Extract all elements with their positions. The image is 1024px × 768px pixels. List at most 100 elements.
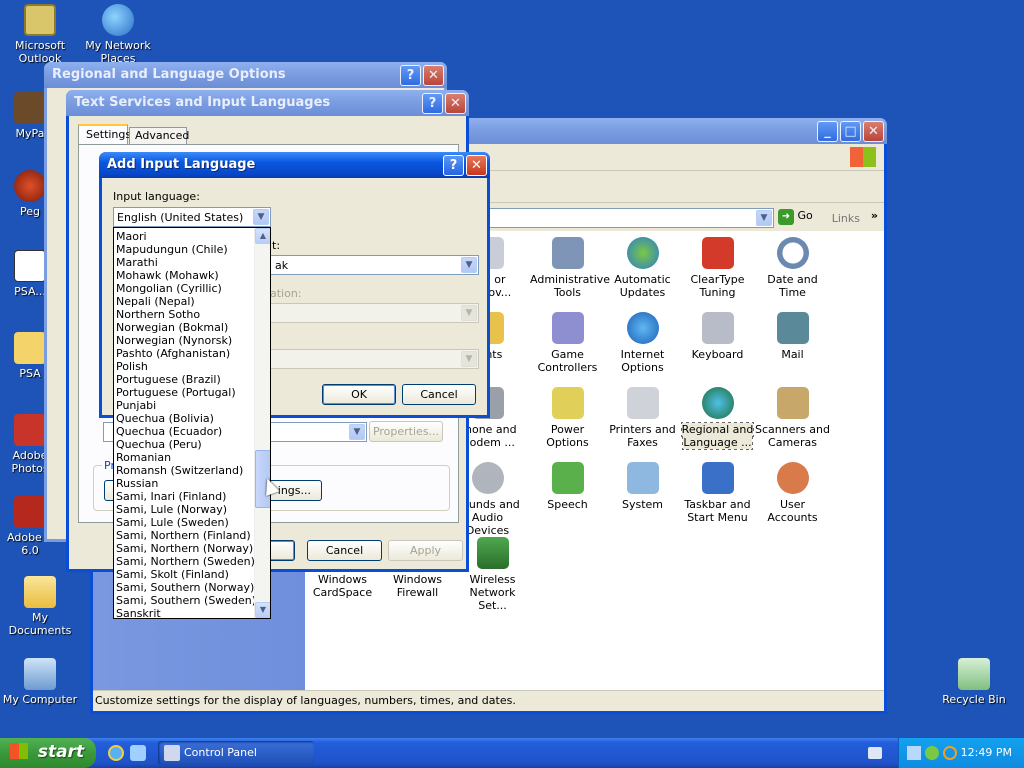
desktop-icon-my-computer[interactable]: My Computer bbox=[0, 658, 80, 706]
list-item[interactable]: Sami, Southern (Sweden) bbox=[114, 594, 256, 607]
desktop-icon-network[interactable]: My Network Places bbox=[78, 4, 158, 65]
list-item[interactable]: Sami, Lule (Norway) bbox=[114, 503, 254, 516]
close-button[interactable]: ✕ bbox=[445, 93, 466, 114]
list-item[interactable]: Quechua (Bolivia) bbox=[114, 412, 254, 425]
chevron-down-icon[interactable]: ▼ bbox=[253, 209, 269, 225]
regional-titlebar[interactable]: Regional and Language Options ? ✕ bbox=[44, 62, 447, 88]
list-item[interactable]: Portuguese (Portugal) bbox=[114, 386, 254, 399]
power-options-icon bbox=[551, 387, 584, 419]
cp-icon-mail[interactable]: Mail bbox=[755, 312, 830, 361]
list-item[interactable]: Sami, Northern (Finland) bbox=[114, 529, 254, 542]
list-item[interactable]: Romansh (Switzerland) bbox=[114, 464, 254, 477]
cp-icon-internet-options[interactable]: Internet Options bbox=[605, 312, 680, 374]
photoshop-icon bbox=[14, 414, 46, 446]
list-item[interactable]: Portuguese (Brazil) bbox=[114, 373, 254, 386]
scroll-up-button[interactable]: ▲ bbox=[255, 228, 270, 244]
help-button[interactable]: ? bbox=[422, 93, 443, 114]
cp-icon-cleartype[interactable]: ClearType Tuning bbox=[680, 237, 755, 299]
quicklaunch-ie-icon[interactable] bbox=[108, 745, 124, 761]
minimize-button[interactable]: _ bbox=[817, 121, 838, 142]
input-language-combo[interactable]: English (United States) ▼ bbox=[113, 207, 271, 227]
cp-icon-printers-faxes[interactable]: Printers and Faxes bbox=[605, 387, 680, 449]
maximize-button[interactable]: □ bbox=[840, 121, 861, 142]
list-scrollbar[interactable]: ▲ ▼ bbox=[254, 228, 270, 618]
list-item[interactable]: Punjabi bbox=[114, 399, 254, 412]
search-tray-icon[interactable] bbox=[943, 746, 957, 760]
list-item[interactable]: Sanskrit bbox=[114, 607, 254, 618]
chevron-down-icon[interactable]: ▼ bbox=[461, 257, 477, 273]
cp-icon-auto-updates[interactable]: Automatic Updates bbox=[605, 237, 680, 299]
disabled-combo-1[interactable]: ▼ bbox=[267, 303, 479, 323]
cancel-button[interactable]: Cancel bbox=[307, 540, 382, 561]
cp-icon-scanners-cameras[interactable]: Scanners and Cameras bbox=[755, 387, 830, 449]
network-tray-icon[interactable] bbox=[907, 746, 921, 760]
start-button[interactable]: start bbox=[0, 738, 96, 768]
list-item[interactable]: Quechua (Ecuador) bbox=[114, 425, 254, 438]
cp-icon-keyboard[interactable]: Keyboard bbox=[680, 312, 755, 361]
cp-icon-system[interactable]: System bbox=[605, 462, 680, 511]
text-services-titlebar[interactable]: Text Services and Input Languages ? ✕ bbox=[66, 90, 469, 116]
chevron-down-icon[interactable]: ▼ bbox=[756, 210, 772, 226]
taskbar-button-control-panel[interactable]: Control Panel bbox=[158, 741, 314, 765]
list-item[interactable]: Russian bbox=[114, 477, 254, 490]
chevron-down-icon[interactable]: ▼ bbox=[349, 424, 365, 440]
cancel-button[interactable]: Cancel bbox=[402, 384, 476, 405]
desktop-icon-my-documents[interactable]: My Documents bbox=[0, 576, 80, 637]
desktop-icon-outlook[interactable]: Microsoft Outlook bbox=[0, 4, 80, 65]
input-language-dropdown-list[interactable]: Maori Mapudungun (Chile) Marathi Mohawk (Mo… bbox=[113, 227, 271, 619]
cp-icon-taskbar-start[interactable]: Taskbar and Start Menu bbox=[680, 462, 755, 524]
list-item[interactable]: Marathi bbox=[114, 256, 254, 269]
list-item[interactable]: Norwegian (Bokmal) bbox=[114, 321, 254, 334]
list-item[interactable]: Sami, Inari (Finland) bbox=[114, 490, 254, 503]
apply-button[interactable]: Apply bbox=[388, 540, 463, 561]
properties-button[interactable]: Properties... bbox=[369, 421, 443, 442]
keyboard-layout-combo[interactable]: ak ▼ bbox=[267, 255, 479, 275]
cp-icon-user-accounts[interactable]: User Accounts bbox=[755, 462, 830, 524]
list-item[interactable]: Mohawk (Mohawk) bbox=[114, 269, 254, 282]
quicklaunch-desktop-icon[interactable] bbox=[130, 745, 146, 761]
printer-icon bbox=[626, 387, 659, 419]
help-button[interactable]: ? bbox=[443, 155, 464, 176]
help-button[interactable]: ? bbox=[400, 65, 421, 86]
go-arrow-icon: ➜ bbox=[778, 209, 794, 225]
recycle-bin-icon bbox=[958, 658, 990, 690]
go-button[interactable]: ➜ Go bbox=[778, 209, 820, 227]
cp-icon-power-options[interactable]: Power Options bbox=[530, 387, 605, 449]
list-item[interactable]: Pashto (Afghanistan) bbox=[114, 347, 254, 360]
cp-icon-speech[interactable]: Speech bbox=[530, 462, 605, 511]
clock[interactable]: 12:49 PM bbox=[961, 746, 1012, 759]
list-item[interactable]: Sami, Southern (Norway) bbox=[114, 581, 254, 594]
cp-icon-game-controllers[interactable]: Game Controllers bbox=[530, 312, 605, 374]
list-item[interactable]: Polish bbox=[114, 360, 254, 373]
close-button[interactable]: ✕ bbox=[863, 121, 884, 142]
links-chevron-icon[interactable]: » bbox=[871, 209, 878, 222]
cp-icon-regional-language[interactable]: Regional and Language ... bbox=[680, 387, 755, 450]
list-item[interactable]: Northern Sotho bbox=[114, 308, 254, 321]
list-item[interactable]: Nepali (Nepal) bbox=[114, 295, 254, 308]
ok-button[interactable]: OK bbox=[322, 384, 396, 405]
list-item[interactable]: Norwegian (Nynorsk) bbox=[114, 334, 254, 347]
list-item[interactable]: Sami, Skolt (Finland) bbox=[114, 568, 254, 581]
clock-icon bbox=[776, 237, 809, 269]
list-item[interactable]: Sami, Northern (Sweden) bbox=[114, 555, 255, 568]
security-tray-icon[interactable] bbox=[925, 746, 939, 760]
tab-settings[interactable]: Settings bbox=[78, 124, 131, 144]
close-button[interactable]: ✕ bbox=[466, 155, 487, 176]
list-item[interactable]: Romanian bbox=[114, 451, 254, 464]
cp-icon-admin-tools[interactable]: Administrative Tools bbox=[530, 237, 610, 299]
scroll-down-button[interactable]: ▼ bbox=[255, 602, 270, 618]
list-item[interactable]: Sami, Lule (Sweden) bbox=[114, 516, 254, 529]
keyboard-tray-icon[interactable] bbox=[868, 747, 882, 759]
list-item[interactable]: Mapudungun (Chile) bbox=[114, 243, 254, 256]
links-label[interactable]: Links bbox=[832, 212, 860, 225]
cp-icon-date-time[interactable]: Date and Time bbox=[755, 237, 830, 299]
close-button[interactable]: ✕ bbox=[423, 65, 444, 86]
list-item[interactable]: Maori bbox=[114, 230, 254, 243]
disabled-combo-2[interactable]: ▼ bbox=[267, 349, 479, 369]
list-item[interactable]: Mongolian (Cyrillic) bbox=[114, 282, 254, 295]
list-item[interactable]: Sami, Northern (Norway) bbox=[114, 542, 254, 555]
list-item[interactable]: Quechua (Peru) bbox=[114, 438, 254, 451]
desktop-icon-recycle-bin[interactable]: Recycle Bin bbox=[934, 658, 1014, 706]
add-input-titlebar[interactable]: Add Input Language ? ✕ bbox=[99, 152, 490, 178]
tab-advanced[interactable]: Advanced bbox=[129, 127, 189, 144]
